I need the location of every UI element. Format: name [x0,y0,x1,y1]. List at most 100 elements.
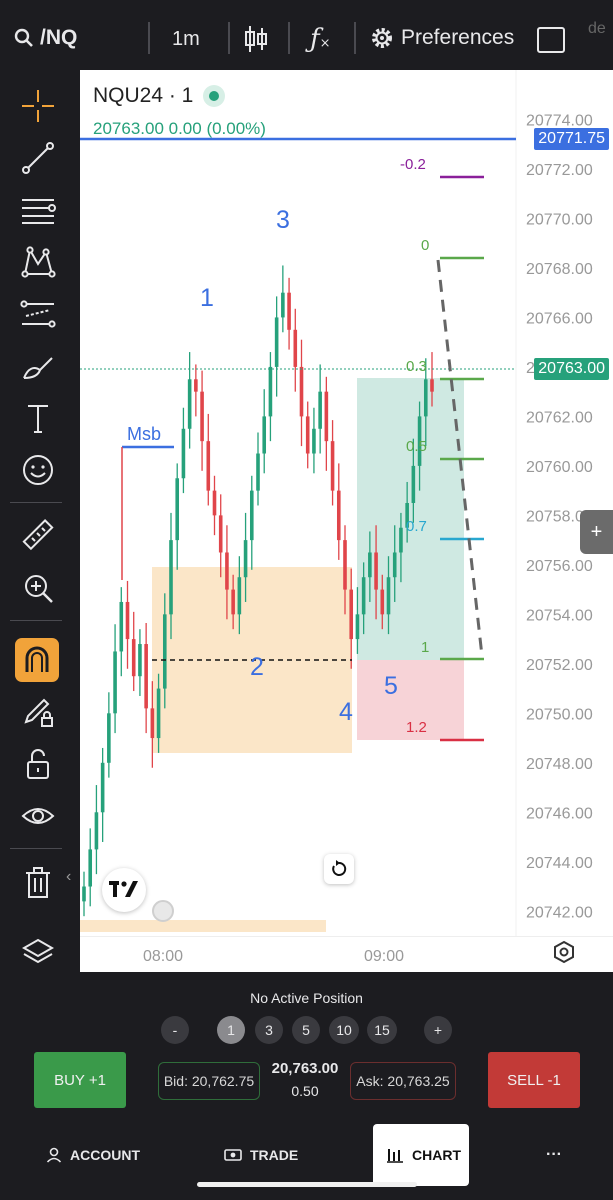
brush-tool[interactable] [16,346,60,386]
candle-body [212,490,217,516]
candle-body [88,849,93,887]
buy-button[interactable]: BUY +1 [34,1052,126,1108]
candle-type-button[interactable] [244,24,268,59]
scroll-handle[interactable] [152,900,174,922]
quote-line: 20763.00 0.00 (0.00%) [93,119,266,138]
tradingview-logo[interactable] [102,868,146,912]
brush-icon [23,357,53,379]
fib-label-03: 0.3 [406,358,427,375]
y-tick-label: 20772.00 [526,162,593,179]
forecast-tool[interactable] [16,294,60,334]
chart-settings-button[interactable] [552,940,576,969]
chart-bars-icon [387,1149,403,1163]
fib-label-12: 1.2 [406,719,427,736]
wave-label-1: 1 [200,284,214,312]
fib-label-05: 0.5 [406,438,427,455]
nav-more[interactable]: ··· [546,1140,562,1170]
crosshair-tool[interactable] [16,86,60,126]
ask-price[interactable]: Ask: 20,763.25 [350,1062,456,1100]
chart-area[interactable]: -0.2 0 0.3 0.5 0.7 1 1.2 1 2 3 4 5 Msb 2… [80,70,613,972]
lock-drawing-tool[interactable] [16,692,60,732]
zoom-tool[interactable] [16,568,60,608]
qty-decrease-button[interactable]: - [161,1016,189,1044]
preferences-label: Preferences [401,26,515,49]
plus-icon: + [590,520,603,543]
text-icon [28,405,48,433]
y-tick-label: 20748.00 [526,756,593,773]
trendline-tool[interactable] [16,138,60,178]
toolbar-divider [10,620,62,621]
candle-body [181,428,186,479]
candle-body [200,391,204,442]
candle-body [299,366,304,417]
price-tag-last: 20763.00 [534,358,609,380]
candle-body [330,441,335,491]
magnet-icon [25,646,49,672]
preferences-button[interactable]: Preferences [370,26,514,50]
gear-icon [372,28,392,48]
y-tick-label: 20768.00 [526,261,593,278]
candle-body [187,379,192,429]
candle-body [125,601,130,640]
pencil-lock-icon [24,698,53,727]
qty-increase-button[interactable]: + [424,1016,452,1044]
unlock-tool[interactable] [16,744,60,784]
bid-price[interactable]: Bid: 20,762.75 [158,1062,260,1100]
candle-body [399,527,403,553]
visibility-tool[interactable] [16,796,60,836]
candle-body [361,577,366,615]
qty-option-1[interactable]: 1 [217,1016,245,1044]
candle-body [423,379,428,417]
candle-body [349,589,354,640]
candle-body [392,552,397,578]
candle-body [131,639,136,677]
sell-button[interactable]: SELL -1 [488,1052,580,1108]
zoom-in-icon [25,575,53,603]
candle-body [237,577,242,615]
delete-tool[interactable] [16,862,60,902]
eye-icon [21,808,55,824]
mid-quote: 20,763.00 0.50 [265,1060,345,1099]
y-tick-label: 20744.00 [526,855,593,872]
market-status-dot-icon [203,85,226,107]
qty-option-3[interactable]: 3 [255,1016,283,1044]
layers-tool[interactable] [16,932,60,972]
candle-body [107,713,111,763]
fib-tool[interactable] [16,190,60,230]
timeframe-button[interactable]: 1m [172,28,200,51]
symbol-search[interactable]: /NQ [14,26,77,50]
ruler-tool[interactable] [16,516,60,556]
divider [148,22,150,54]
emoji-tool[interactable] [16,450,60,490]
nav-chart[interactable]: CHART [386,1140,461,1170]
candle-body [293,329,298,367]
nav-trade[interactable]: TRADE [224,1140,298,1170]
qty-option-5[interactable]: 5 [292,1016,320,1044]
text-tool[interactable] [16,398,60,438]
add-order-button[interactable]: + [580,510,613,554]
ruler-icon [22,519,54,551]
qty-option-15[interactable]: 15 [367,1016,397,1044]
candle-body [218,515,223,553]
wave-label-4: 4 [339,698,353,726]
fullscreen-button[interactable] [537,27,565,53]
candle-body [355,614,360,640]
candle-body [113,651,117,714]
trendline-icon [22,142,54,174]
patterns-tool[interactable] [16,242,60,282]
unlock-icon [27,749,49,779]
nav-account[interactable]: ACCOUNT [46,1140,140,1170]
qty-option-10[interactable]: 10 [329,1016,359,1044]
candlestick-icon [245,26,267,52]
cash-icon [224,1149,242,1161]
forecast-icon [20,300,56,328]
price-chart[interactable]: -0.2 0 0.3 0.5 0.7 1 1.2 1 2 3 4 5 Msb 2… [80,70,613,972]
magnet-tool[interactable] [15,638,59,682]
indicators-button[interactable]: ƒ× [310,24,331,54]
reset-chart-button[interactable] [324,854,354,884]
candle-body [94,812,99,850]
candle-body [256,453,260,491]
fib-retracement-icon [22,199,56,224]
function-icon: ƒ× [310,24,331,54]
collapse-chevron-icon[interactable]: ‹ [66,868,71,886]
